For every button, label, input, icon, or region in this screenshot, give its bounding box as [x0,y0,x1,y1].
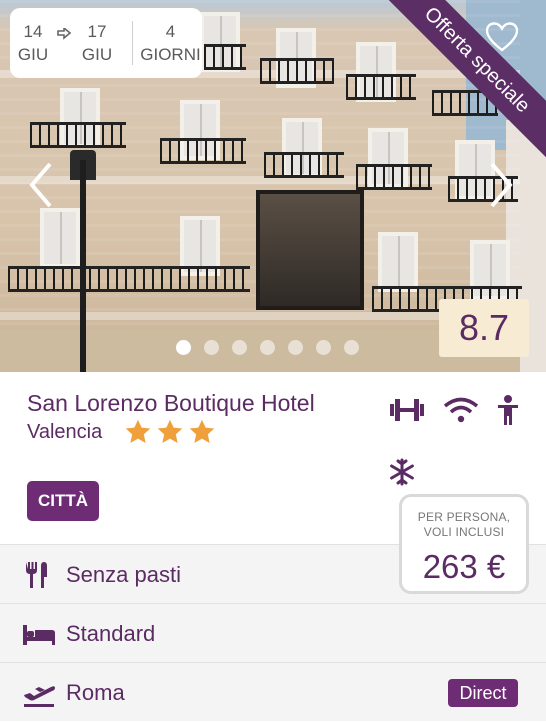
arrow-right-icon [56,26,74,45]
chevron-right-icon[interactable] [486,160,516,210]
plane-departure-icon [24,686,55,707]
checkout-date: 17 GIU [74,20,120,66]
air-conditioning-icon [390,458,414,486]
bed-icon [23,625,55,645]
trip-duration: 4 GIORNI [139,20,202,66]
date-divider [132,21,133,65]
photo-street-lamp [80,160,86,372]
star-icon [125,419,151,443]
flight-row: Roma Direct [0,662,546,721]
gallery-dot[interactable] [260,340,275,355]
heart-icon[interactable] [486,22,518,52]
hotel-name[interactable]: San Lorenzo Boutique Hotel [27,390,315,417]
photo-balcony [30,122,126,148]
gallery-dot[interactable] [288,340,303,355]
departure-city: Roma [66,680,125,705]
photo-balcony [264,152,344,178]
price-caption-line2: VOLI INCLUSI [423,525,505,539]
photo-balcony [160,138,246,164]
cutlery-icon [26,562,47,588]
hotel-photo[interactable]: 14 GIU 17 GIU 4 GIORNI Offerta speciale [0,0,546,372]
star-icon [189,419,215,443]
gallery-dot[interactable] [176,340,191,355]
wifi-icon [443,397,479,423]
gallery-pagination[interactable] [176,340,359,355]
gallery-dot[interactable] [316,340,331,355]
direct-flight-badge: Direct [448,679,518,707]
hotel-stars [124,418,216,446]
photo-balcony [260,58,334,84]
gallery-dot[interactable] [204,340,219,355]
offer-ribbon-clip: Offerta speciale [376,0,546,170]
kids-icon [498,395,518,425]
photo-window [40,208,80,268]
price-box[interactable]: PER PERSONA, VOLI INCLUSI 263 € [399,494,529,594]
hotel-city: Valencia [27,421,103,443]
hotel-card[interactable]: 14 GIU 17 GIU 4 GIORNI Offerta speciale [0,0,546,724]
review-score: 8.7 [439,299,529,357]
price-caption: PER PERSONA, VOLI INCLUSI [402,510,526,540]
photo-window [378,232,418,292]
board-label: Senza pasti [66,562,181,587]
price-caption-line1: PER PERSONA, [417,510,511,524]
gallery-dot[interactable] [232,340,247,355]
room-row: Standard [0,603,546,662]
gym-icon [390,399,424,421]
star-icon [157,419,183,443]
checkout-day: 17 [87,22,107,41]
days-count: 4 [165,22,176,41]
checkin-day: 14 [23,22,43,41]
checkin-month: GIU [17,45,49,64]
date-range-box: 14 GIU 17 GIU 4 GIORNI [10,8,202,78]
checkout-month: GIU [81,45,113,64]
room-label: Standard [66,621,156,646]
gallery-dot[interactable] [344,340,359,355]
chevron-left-icon[interactable] [26,160,56,210]
photo-balcony [8,266,250,292]
photo-oriel-window [256,190,364,310]
category-tag: CITTÀ [27,481,99,521]
checkin-date: 14 GIU [10,20,56,66]
photo-balcony [204,44,246,70]
days-label: GIORNI [140,45,201,64]
price-value: 263 € [422,548,506,585]
special-offer-ribbon: Offerta speciale [376,0,546,163]
